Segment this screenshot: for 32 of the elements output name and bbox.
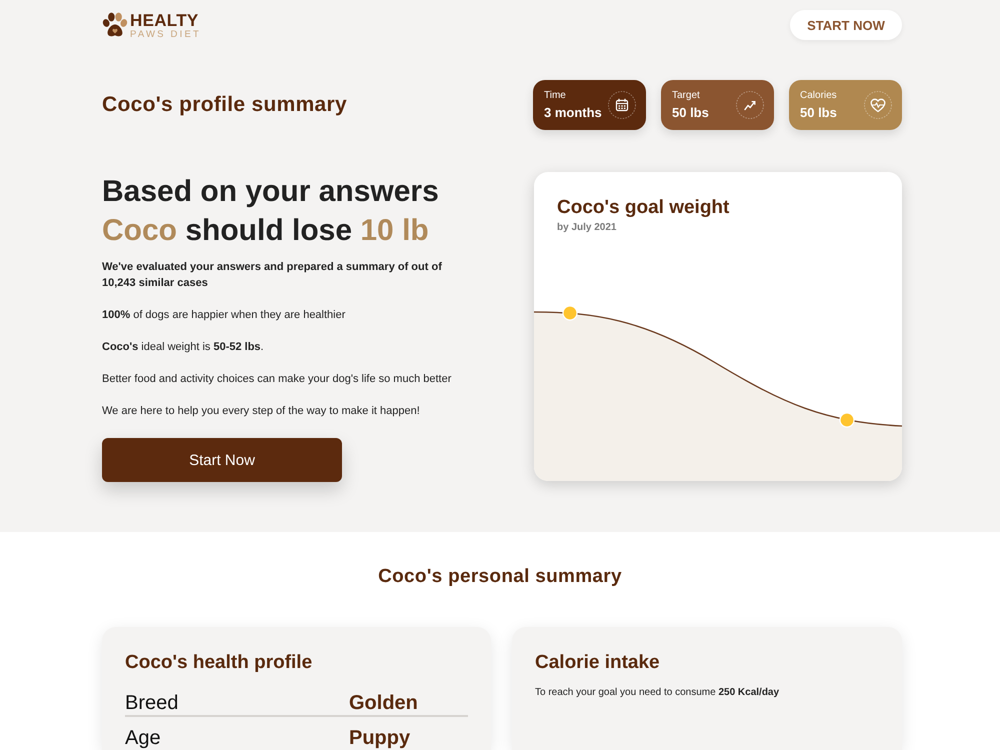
calorie-text: To reach your goal you need to consume 250 Kcal/day [535, 687, 780, 699]
profile-value: Golden [349, 691, 419, 715]
profile-value: Puppy [349, 726, 412, 750]
calendar-icon [608, 91, 636, 119]
card-title: Coco's health profile [125, 652, 314, 674]
heart-pulse-icon [864, 91, 892, 119]
info-text: 100% of dogs are happier when they are healthier [102, 308, 346, 323]
info-text: Better food and activity choices can make your dog's life so much better [102, 372, 452, 387]
stat-value: 3 months [544, 105, 602, 120]
start-now-button[interactable]: Start Now [102, 438, 342, 482]
stat-value: 50 lbs [672, 105, 709, 120]
paw-icon [102, 12, 128, 38]
point-marker [562, 305, 578, 321]
brand-name: HEALTY [130, 12, 200, 29]
info-text: We are here to help you every step of the way to make it happen! [102, 404, 421, 419]
stat-label: Time [544, 90, 567, 101]
stat-label: Target [672, 90, 701, 101]
section-title: Coco's personal summary [378, 566, 622, 588]
info-text: Coco's ideal weight is 50-52 lbs. [102, 340, 265, 355]
profile-title: Coco's profile summary [102, 93, 347, 117]
start-now-button[interactable]: START NOW [790, 10, 902, 40]
brand-tagline: PAWS DIET [130, 30, 201, 40]
chart-subtitle: by July 2021 [557, 222, 618, 234]
profile-label: Breed [125, 691, 180, 715]
intro-text: We've evaluated your answers and prepared a summary of out of 10,243 similar cases [102, 260, 443, 291]
headline: Based on your answers Coco should lose 10 lb [102, 174, 440, 249]
stat-label: Calories [800, 90, 837, 101]
stat-value: 50 lbs [800, 105, 837, 120]
profile-label: Age [125, 726, 162, 750]
card-title: Calorie intake [535, 652, 661, 674]
chart-title: Coco's goal weight [557, 197, 730, 219]
point-marker [839, 412, 855, 428]
